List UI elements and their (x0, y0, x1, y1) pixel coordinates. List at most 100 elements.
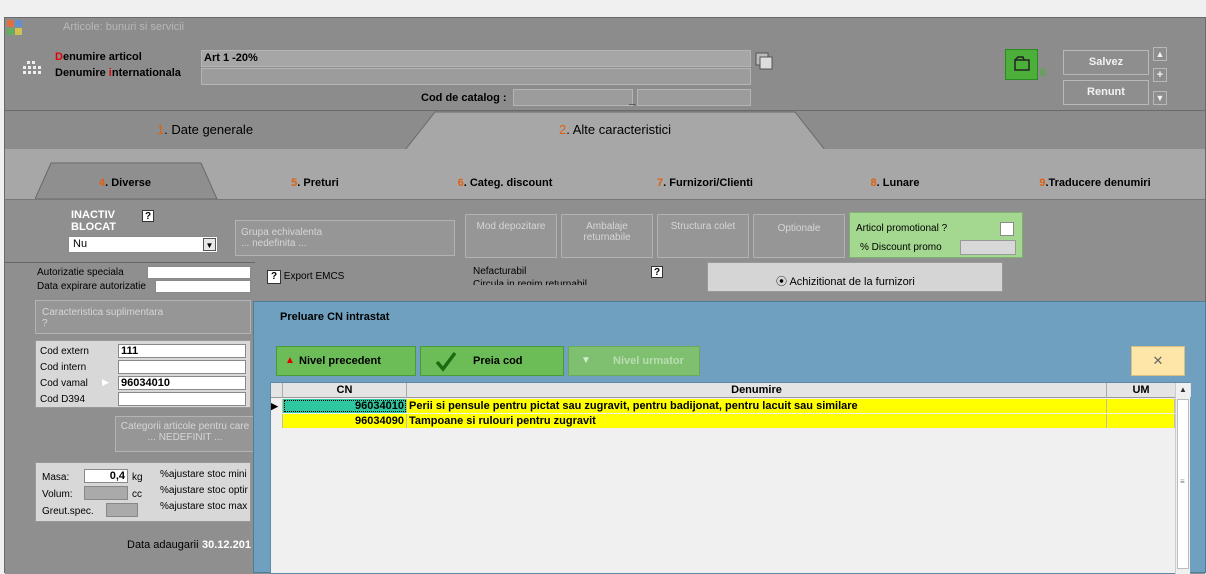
chevron-down-icon[interactable]: ▼ (203, 238, 216, 251)
cod-intern-label: Cod intern (40, 362, 87, 373)
cn-intrastat-dialog: Preluare CN intrastat ▲ Nivel precedent … (253, 301, 1206, 574)
cod-d394-input[interactable] (118, 392, 246, 406)
discount-promo-label: % Discount promo (860, 242, 942, 253)
save-button[interactable]: Salvez (1063, 50, 1149, 75)
col-cn[interactable]: CN (283, 383, 407, 398)
achizitionat-box: ⦿ Achizitionat de la furnizori (707, 262, 1003, 292)
catalog-separator: _ (629, 94, 636, 106)
greut-input[interactable] (106, 503, 138, 517)
stoc-opt-label: %ajustare stoc optir (160, 485, 248, 496)
cancel-button[interactable]: Renunt (1063, 80, 1149, 105)
cod-d394-label: Cod D394 (40, 394, 86, 405)
physical-box: Masa: 0,4 kg Volum: cc Greut.spec. %ajus… (35, 462, 251, 522)
data-adaugarii-label: Data adaugarii (127, 539, 199, 551)
table-row[interactable]: 96034090 Tampoane si rulouri pentru zugr… (271, 414, 1175, 428)
inactiv-help-icon[interactable]: ? (142, 210, 154, 222)
catalog-input-2[interactable] (637, 89, 751, 106)
masa-label: Masa: (42, 472, 70, 483)
structura-colet-button[interactable]: Structura colet (657, 214, 749, 258)
volum-input[interactable] (84, 486, 128, 500)
name-label: Denumire articol (55, 51, 142, 63)
nivel-precedent-button[interactable]: ▲ Nivel precedent (276, 346, 416, 376)
row-selector-icon: ▶ (271, 399, 283, 413)
col-denumire[interactable]: Denumire (407, 383, 1107, 398)
data-expirare-input[interactable] (155, 280, 251, 293)
folder-button[interactable] (1005, 49, 1038, 80)
cell-cn[interactable]: 96034090 (283, 414, 407, 428)
articles-icon (23, 61, 43, 77)
autorizatie-label: Autorizatie speciala (37, 267, 124, 278)
cell-um[interactable] (1107, 414, 1175, 428)
window-title: Articole: bunuri si servicii (63, 21, 185, 33)
volum-label: Volum: (42, 489, 73, 500)
close-icon[interactable]: ✕ (1131, 346, 1185, 376)
nefacturabil-checkbox[interactable]: ? (651, 266, 663, 278)
app-icon (7, 20, 23, 36)
cod-extern-input[interactable]: 111 (118, 344, 246, 358)
preia-cod-button[interactable]: Preia cod (420, 346, 564, 376)
tab-alte-caracteristici[interactable]: 2. Alte caracteristici (465, 122, 765, 137)
scroll-up-icon[interactable]: ▲ (1179, 385, 1187, 394)
categorii-box[interactable]: Categorii articole pentru care... NEDEFI… (115, 416, 255, 452)
arrow-down-icon: ▼ (581, 355, 591, 366)
promo-checkbox[interactable] (1000, 222, 1014, 236)
translate-icon[interactable] (755, 52, 773, 70)
cell-um[interactable] (1107, 399, 1175, 413)
name-input[interactable]: Art 1 -20% (201, 50, 751, 67)
optionale-button[interactable]: Optionale (753, 214, 845, 258)
autorizatie-input[interactable] (147, 266, 251, 279)
codes-box: Cod extern 111 Cod intern Cod vamal ▶ 96… (35, 340, 251, 408)
circula-label: Circula in regim returnabil (473, 279, 587, 285)
up-arrow-icon[interactable]: ▲ (1153, 47, 1167, 61)
cell-cn[interactable]: 96034010 (283, 399, 407, 413)
cod-intern-input[interactable] (118, 360, 246, 374)
grupa-echivalenta-box: Grupa echivalenta... nedefinita ... (235, 220, 455, 256)
promo-box: Articol promotional ? % Discount promo (849, 212, 1023, 258)
plus-icon[interactable]: + (1153, 68, 1167, 82)
data-adaugarii-value: 30.12.201 (202, 539, 251, 551)
cell-denumire[interactable]: Tampoane si rulouri pentru zugravit (407, 414, 1107, 428)
subtab-traducere-denumiri[interactable]: 9.Traducere denumiri (1005, 177, 1185, 189)
cod-vamal-label: Cod vamal (40, 378, 88, 389)
cod-extern-label: Cod extern (40, 346, 89, 357)
intl-name-input[interactable] (201, 68, 751, 85)
masa-input[interactable]: 0,4 (84, 469, 128, 483)
cod-vamal-arrow-icon[interactable]: ▶ (102, 377, 109, 388)
subtab-furnizori-clienti[interactable]: 7. Furnizori/Clienti (625, 177, 785, 189)
caracteristica-box[interactable]: Caracteristica suplimentara? (35, 300, 251, 334)
dialog-title: Preluare CN intrastat (280, 311, 390, 323)
achizitionat-radio[interactable]: ⦿ Achizitionat de la furnizori (776, 273, 915, 289)
tab-date-generale[interactable]: 1. Date generale (115, 122, 295, 137)
cn-table: CN Denumire UM ▶ 96034010 Perii si pensu… (270, 382, 1191, 574)
col-um[interactable]: UM (1107, 383, 1175, 398)
promo-label: Articol promotional ? (856, 223, 948, 234)
catalog-label: Cod de catalog : (421, 92, 507, 104)
cell-denumire[interactable]: Perii si pensule pentru pictat sau zugra… (407, 399, 1107, 413)
subtab-categ-discount[interactable]: 6. Categ. discount (425, 177, 585, 189)
blocat-select[interactable]: Nu ▼ (68, 236, 218, 253)
checkmark-icon (435, 350, 457, 383)
ambalaje-button[interactable]: Ambalaje returnabile (561, 214, 653, 258)
volum-unit: cc (132, 489, 142, 500)
cod-vamal-input[interactable]: 96034010 (118, 376, 246, 390)
title-bar: Articole: bunuri si servicii (5, 18, 1205, 38)
subtab-diverse[interactable]: 4. Diverse (45, 177, 205, 189)
down-arrow-icon[interactable]: ▼ (1153, 91, 1167, 105)
arrow-up-icon: ▲ (285, 355, 295, 366)
table-row[interactable]: ▶ 96034010 Perii si pensule pentru picta… (271, 399, 1175, 413)
table-header: CN Denumire UM (271, 383, 1191, 398)
blocat-label: BLOCAT (71, 221, 117, 233)
data-expirare-label: Data expirare autorizatie (37, 281, 146, 292)
stoc-min-label: %ajustare stoc mini (160, 469, 247, 480)
nivel-urmator-button[interactable]: ▼ Nivel urmator (568, 346, 700, 376)
catalog-input-1[interactable] (513, 89, 633, 106)
vertical-scrollbar[interactable]: ▲ ≡ (1175, 383, 1190, 574)
export-emcs-checkbox[interactable]: ? Export EMCS (267, 270, 344, 284)
subtab-preturi[interactable]: 5. Preturi (255, 177, 375, 189)
discount-promo-input[interactable] (960, 240, 1016, 255)
grip-icon: ≡ (1180, 477, 1185, 486)
mod-depozitare-button[interactable]: Mod depozitare (465, 214, 557, 258)
masa-unit: kg (132, 472, 143, 483)
inactiv-label: INACTIV (71, 209, 115, 221)
subtab-lunare[interactable]: 8. Lunare (835, 177, 955, 189)
